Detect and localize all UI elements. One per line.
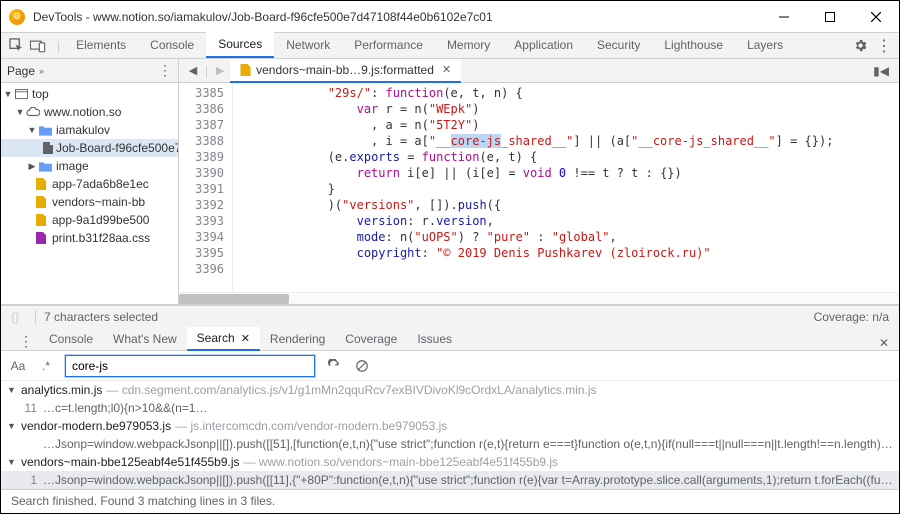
inspect-element-icon[interactable]	[7, 37, 25, 55]
editor-statusbar: {} 7 characters selected Coverage: n/a	[1, 305, 899, 327]
sources-sidebar: Page » ⋮ ▼top ▼www.notion.so ▼iamakulov …	[1, 59, 179, 304]
close-drawer-tab-icon[interactable]: ✕	[241, 332, 250, 345]
panel-tab-memory[interactable]: Memory	[435, 32, 502, 58]
panel-tabs: ElementsConsoleSourcesNetworkPerformance…	[64, 33, 851, 58]
close-tab-icon[interactable]: ✕	[442, 63, 451, 76]
show-navigator-icon[interactable]: ▮◀	[867, 64, 895, 78]
panel-tab-network[interactable]: Network	[274, 32, 342, 58]
device-toolbar-icon[interactable]	[29, 37, 47, 55]
drawer-tab-coverage[interactable]: Coverage	[335, 327, 407, 351]
code-lines[interactable]: "29s/": function(e, t, n) { var r = n("W…	[233, 83, 899, 292]
history-back-icon[interactable]: ◀	[183, 61, 203, 81]
search-result-file[interactable]: ▼analytics.min.js — cdn.segment.com/anal…	[1, 381, 899, 399]
tree-folder-image[interactable]: ▶image	[1, 157, 178, 175]
tree-file[interactable]: app-7ada6b8e1ec	[1, 175, 178, 193]
tree-folder-iamakulov[interactable]: ▼iamakulov	[1, 121, 178, 139]
devtools-favicon: ⚙	[9, 9, 25, 25]
window-close-button[interactable]	[853, 1, 899, 33]
drawer-tab-issues[interactable]: Issues	[407, 327, 462, 351]
search-footer: Search finished. Found 3 matching lines …	[1, 489, 899, 511]
tree-file[interactable]: vendors~main-bb	[1, 193, 178, 211]
panel-tab-sources[interactable]: Sources	[206, 32, 274, 58]
sidebar-menu-icon[interactable]: ⋮	[158, 62, 172, 79]
file-tree: ▼top ▼www.notion.so ▼iamakulov Job-Board…	[1, 83, 178, 304]
drawer-tab-search[interactable]: Search✕	[187, 327, 260, 351]
tree-domain[interactable]: ▼www.notion.so	[1, 103, 178, 121]
window-title: DevTools - www.notion.so/iamakulov/Job-B…	[33, 10, 761, 24]
drawer-tab-rendering[interactable]: Rendering	[260, 327, 335, 351]
more-menu-icon[interactable]: ⋮	[875, 37, 893, 55]
editor-tab[interactable]: vendors~main-bb…9.js:formatted ✕	[230, 59, 461, 83]
search-results: ▼analytics.min.js — cdn.segment.com/anal…	[1, 381, 899, 489]
panel-tab-performance[interactable]: Performance	[342, 32, 435, 58]
regex-toggle[interactable]: .*	[37, 359, 55, 373]
drawer-close-icon[interactable]: ✕	[879, 336, 889, 350]
tree-file-jobboard[interactable]: Job-Board-f96cfe500e7d47108f44e0b6102e7c…	[1, 139, 178, 157]
sidebar-more-tabs-icon[interactable]: »	[39, 66, 44, 76]
tree-file[interactable]: app-9a1d99be500	[1, 211, 178, 229]
coverage-status: Coverage: n/a	[814, 310, 889, 324]
refresh-search-icon[interactable]	[325, 357, 343, 375]
window-maximize-button[interactable]	[807, 1, 853, 33]
drawer-tab-console[interactable]: Console	[39, 327, 103, 351]
search-result-line[interactable]: 1…Jsonp=window.webpackJsonp||[]).push([[…	[1, 471, 899, 489]
history-fwd-icon[interactable]: ▶	[210, 61, 230, 81]
window-minimize-button[interactable]	[761, 1, 807, 33]
panel-tab-security[interactable]: Security	[585, 32, 652, 58]
sidebar-tab-page[interactable]: Page	[7, 64, 35, 78]
search-input[interactable]	[65, 355, 315, 377]
line-gutter: 3385338633873388338933903391339233933394…	[179, 83, 233, 292]
tree-top[interactable]: ▼top	[1, 85, 178, 103]
search-result-line[interactable]: 11…c=t.length;l0){n>10&&(n=1…	[1, 399, 899, 417]
panel-tab-elements[interactable]: Elements	[64, 32, 138, 58]
panel-tab-lighthouse[interactable]: Lighthouse	[652, 32, 735, 58]
tree-file[interactable]: print.b31f28aa.css	[1, 229, 178, 247]
horizontal-scrollbar[interactable]	[179, 292, 899, 304]
search-result-file[interactable]: ▼vendors~main-bbe125eabf4e51f455b9.js — …	[1, 453, 899, 471]
panel-tab-application[interactable]: Application	[502, 32, 585, 58]
search-result-file[interactable]: ▼vendor-modern.be979053.js — js.intercom…	[1, 417, 899, 435]
search-result-line[interactable]: …Jsonp=window.webpackJsonp||[]).push([[5…	[1, 435, 899, 453]
source-editor: ◀ | ▶ vendors~main-bb…9.js:formatted ✕ ▮…	[179, 59, 899, 304]
drawer-menu-icon[interactable]: ⋮	[13, 333, 39, 350]
panel-tab-console[interactable]: Console	[138, 32, 206, 58]
selection-status: 7 characters selected	[44, 310, 158, 324]
match-case-toggle[interactable]: Aa	[9, 359, 27, 373]
window-titlebar: ⚙ DevTools - www.notion.so/iamakulov/Job…	[1, 1, 899, 33]
devtools-toolbar: | ElementsConsoleSourcesNetworkPerforman…	[1, 33, 899, 59]
editor-tabs: ◀ | ▶ vendors~main-bb…9.js:formatted ✕ ▮…	[179, 59, 899, 83]
drawer-tabs: ⋮ ConsoleWhat's NewSearch✕RenderingCover…	[1, 327, 899, 351]
clear-search-icon[interactable]	[353, 357, 371, 375]
panel-tab-layers[interactable]: Layers	[735, 32, 795, 58]
sidebar-header: Page » ⋮	[1, 59, 178, 83]
settings-gear-icon[interactable]	[851, 37, 869, 55]
drawer-tab-what-s-new[interactable]: What's New	[103, 327, 187, 351]
search-bar: Aa .*	[1, 351, 899, 381]
